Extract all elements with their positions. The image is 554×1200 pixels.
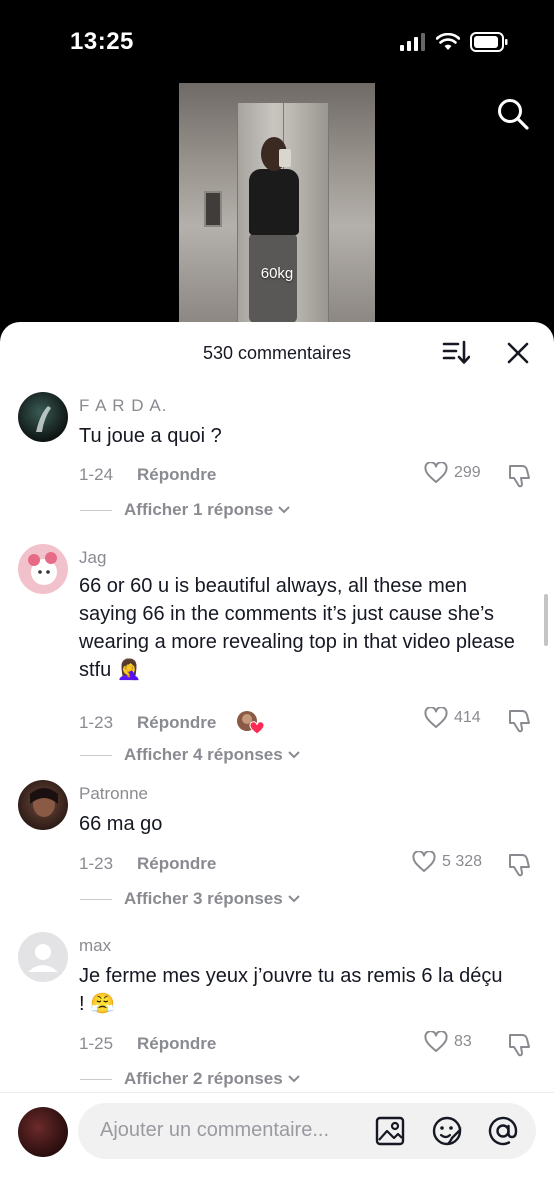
divider-line — [80, 754, 112, 756]
scrollbar[interactable] — [544, 594, 548, 646]
heart-icon — [424, 707, 448, 728]
dislike-button[interactable] — [506, 1031, 534, 1057]
comment-meta: 1-23 Répondre — [79, 854, 216, 874]
reply-button[interactable]: Répondre — [137, 465, 216, 485]
emoji-icon — [432, 1116, 462, 1146]
avatar-image — [30, 788, 58, 817]
comments-sheet: 530 commentaires F A R D A. Tu joue a qu… — [0, 322, 554, 1200]
view-replies-button[interactable]: Afficher 3 réponses — [80, 889, 302, 909]
dislike-button[interactable] — [506, 462, 534, 488]
dislike-icon — [509, 854, 530, 877]
comment-username[interactable]: max — [79, 936, 111, 956]
chevron-down-icon — [288, 1075, 300, 1083]
divider-line — [80, 1078, 112, 1080]
like-count: 5 328 — [442, 853, 483, 870]
avatar[interactable] — [18, 932, 68, 982]
comment-meta: 1-25 Répondre — [79, 1034, 216, 1054]
sort-icon — [442, 340, 471, 364]
comment-meta: 1-24 Répondre — [79, 465, 216, 485]
search-button[interactable] — [496, 97, 530, 131]
avatar[interactable] — [18, 392, 68, 442]
dislike-icon — [509, 465, 530, 488]
like-button[interactable]: 83 — [424, 1031, 472, 1053]
divider-line — [80, 509, 112, 511]
comment-date: 1-24 — [79, 465, 114, 484]
image-button[interactable] — [375, 1116, 405, 1146]
dislike-button[interactable] — [506, 851, 534, 877]
close-button[interactable] — [504, 339, 532, 367]
avatar-image — [28, 552, 57, 585]
battery-icon — [470, 32, 508, 52]
default-avatar-icon — [28, 944, 58, 972]
avatar[interactable] — [18, 780, 68, 830]
like-count: 414 — [454, 709, 481, 726]
video-thumbnail[interactable]: 60kg — [179, 83, 375, 323]
like-button[interactable]: 299 — [424, 462, 481, 484]
status-time: 13:25 — [70, 28, 134, 55]
comments-header: 530 commentaires — [0, 322, 554, 384]
cellular-signal-icon — [400, 33, 425, 51]
avatar[interactable] — [18, 544, 68, 594]
like-count: 299 — [454, 464, 481, 481]
heart-icon — [424, 462, 448, 483]
search-icon — [498, 99, 529, 130]
wifi-icon — [436, 33, 460, 50]
comment-input-placeholder: Ajouter un commentaire... — [100, 1119, 329, 1141]
elevator-panel-graphic — [204, 191, 222, 227]
comment-input[interactable]: Ajouter un commentaire... — [78, 1103, 536, 1159]
divider-line — [80, 898, 112, 900]
chevron-down-icon — [278, 506, 290, 514]
comment-date: 1-23 — [79, 854, 114, 873]
comment-meta: 1-23 Répondre — [79, 710, 265, 736]
video-overlay-text: 60kg — [260, 265, 294, 282]
view-replies-button[interactable]: Afficher 1 réponse — [80, 500, 292, 520]
status-bar: 13:25 — [0, 0, 554, 80]
heart-icon — [412, 851, 436, 872]
dislike-icon — [509, 710, 530, 733]
comment-date: 1-25 — [79, 1034, 114, 1053]
close-icon — [507, 342, 529, 364]
comment-text: Tu joue a quoi ? — [79, 425, 222, 447]
status-icons — [400, 32, 508, 52]
comments-count-title: 530 commentaires — [202, 343, 352, 363]
reply-button[interactable]: Répondre — [137, 1034, 216, 1054]
view-replies-button[interactable]: Afficher 4 réponses — [80, 745, 302, 765]
dislike-icon — [509, 1034, 530, 1057]
view-replies-button[interactable]: Afficher 2 réponses — [80, 1069, 302, 1089]
view-replies-label: Afficher 3 réponses — [124, 889, 283, 908]
reply-button[interactable]: Répondre — [137, 854, 216, 874]
comment-text: 66 or 60 u is beautiful always, all thes… — [79, 575, 515, 681]
person-body-graphic — [249, 169, 299, 235]
comment-date: 1-23 — [79, 713, 114, 732]
like-button[interactable]: 414 — [424, 707, 481, 729]
view-replies-label: Afficher 4 réponses — [124, 745, 283, 764]
chevron-down-icon — [288, 895, 300, 903]
phone-graphic — [279, 149, 291, 167]
like-button[interactable]: 5 328 — [412, 851, 482, 873]
heart-icon — [424, 1031, 448, 1052]
current-user-avatar[interactable] — [18, 1107, 68, 1157]
creator-avatar-heart-icon — [237, 711, 265, 735]
comment-text: 66 ma go — [79, 813, 163, 835]
chevron-down-icon — [288, 751, 300, 759]
view-replies-label: Afficher 2 réponses — [124, 1069, 283, 1088]
comment-username[interactable]: Patronne — [79, 784, 148, 804]
sort-button[interactable] — [442, 339, 471, 367]
comment-composer: Ajouter un commentaire... — [0, 1092, 554, 1200]
view-replies-label: Afficher 1 réponse — [124, 500, 274, 519]
creator-liked-badge — [236, 710, 265, 736]
dislike-button[interactable] — [506, 707, 534, 733]
like-count: 83 — [454, 1033, 472, 1050]
comment-username[interactable]: F A R D A. — [79, 396, 167, 416]
comment-text: Je ferme mes yeux j’ouvre tu as remis 6 … — [79, 965, 503, 1015]
comment-username[interactable]: Jag — [79, 548, 106, 568]
reply-button[interactable]: Répondre — [137, 713, 216, 733]
emoji-button[interactable] — [432, 1116, 462, 1146]
mention-button[interactable] — [488, 1116, 518, 1146]
mention-icon — [488, 1116, 518, 1146]
avatar-image — [36, 406, 51, 432]
image-icon — [375, 1116, 405, 1146]
